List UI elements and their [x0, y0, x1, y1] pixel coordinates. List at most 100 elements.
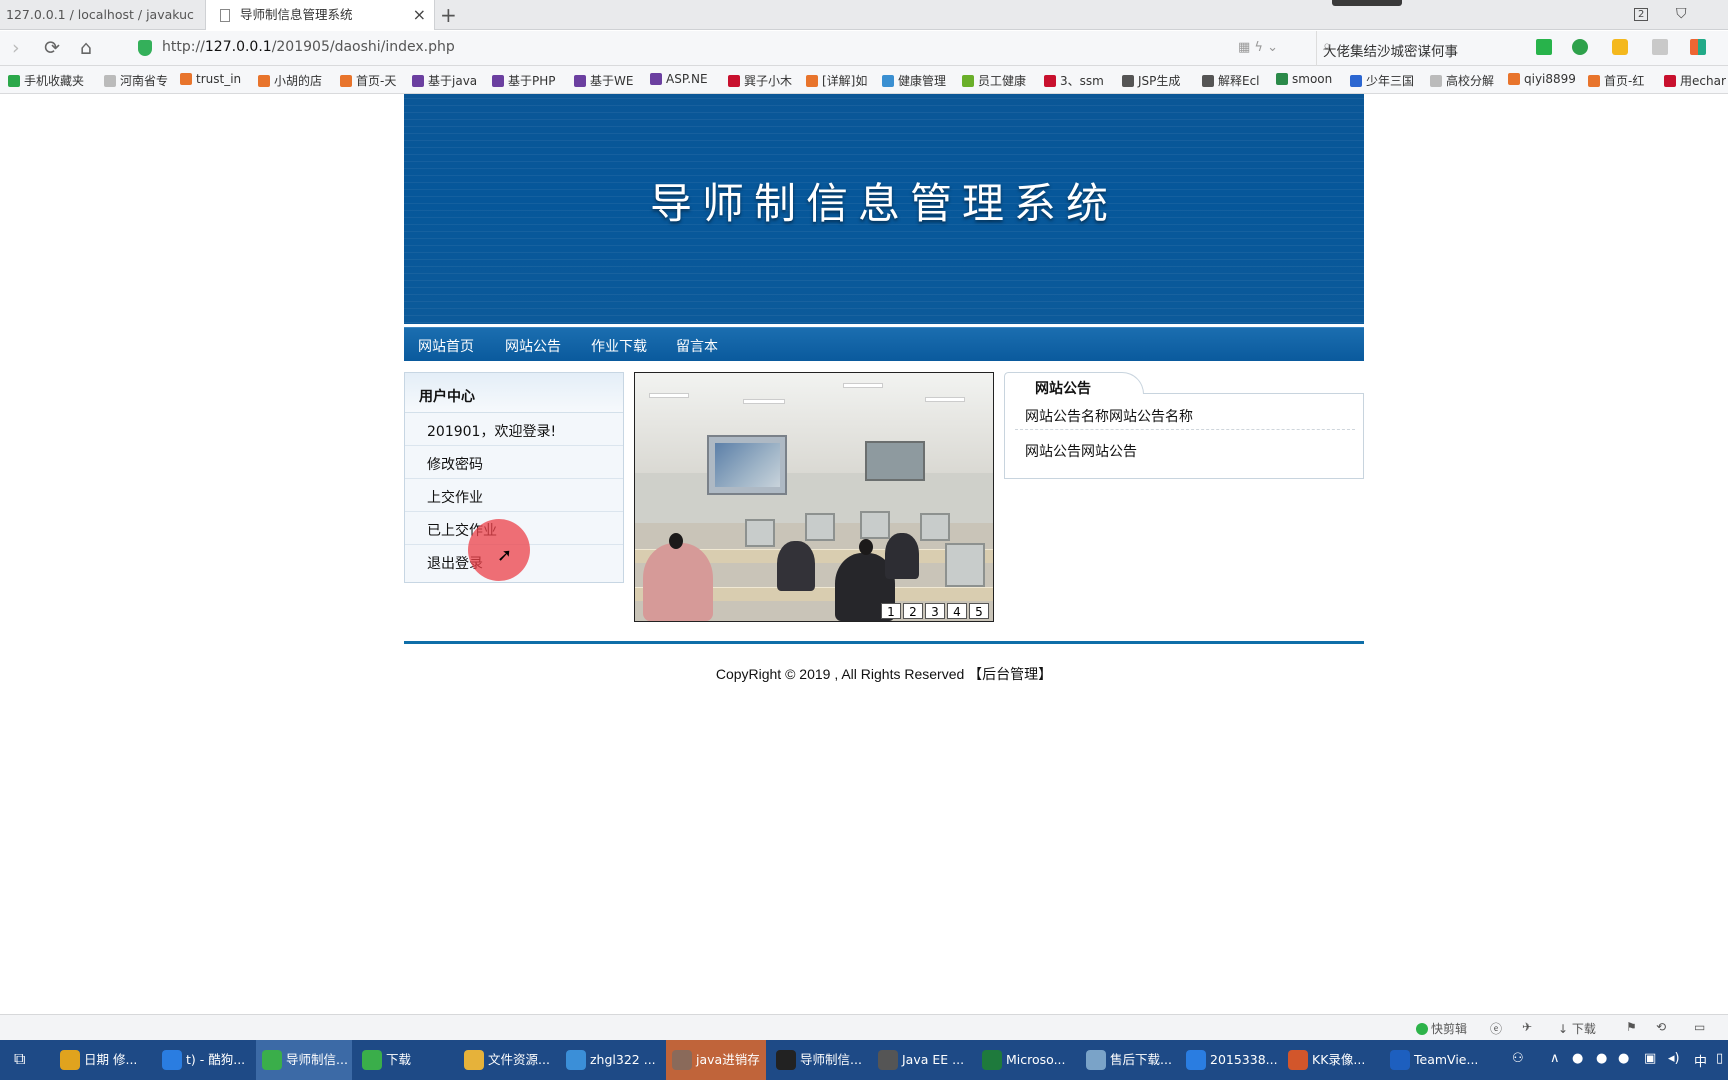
pin-icon[interactable]: ✈	[1522, 1020, 1532, 1034]
nav-notices[interactable]: 网站公告	[505, 336, 561, 356]
search-box[interactable]: 大佬集结沙城密谋何事 ⌕	[1316, 31, 1502, 66]
apps-extension-icon[interactable]	[1690, 39, 1706, 55]
notice-tab: 网站公告	[1004, 372, 1144, 397]
bookmark-item[interactable]: 河南省专	[104, 72, 168, 89]
bookmark-item[interactable]: 手机收藏夹	[8, 72, 84, 89]
bookmark-item[interactable]: qiyi8899	[1508, 72, 1576, 86]
slide-ceiling	[635, 373, 993, 473]
clip-icon[interactable]: 快剪辑	[1416, 1020, 1467, 1037]
bookmark-item[interactable]: 基于WE	[574, 72, 633, 89]
taskbar-app[interactable]: java进销存	[666, 1040, 766, 1080]
forward-icon[interactable]: ›	[12, 37, 20, 59]
volume-icon[interactable]: ◂)	[1668, 1051, 1680, 1066]
bookmark-item[interactable]: 巽子小木	[728, 72, 792, 89]
shirt-icon[interactable]: ⛉	[1676, 6, 1687, 22]
clip-label: 快剪辑	[1431, 1022, 1468, 1036]
task-view-icon[interactable]: ⧉	[14, 1049, 25, 1069]
people-icon[interactable]: ⚇	[1512, 1051, 1524, 1066]
refresh-icon[interactable]: ⟲	[1656, 1020, 1666, 1034]
bookmark-item[interactable]: 基于PHP	[492, 72, 556, 89]
address-bar[interactable]: http://127.0.0.1/201905/daoshi/index.php	[162, 39, 455, 55]
tray-arrow-icon[interactable]: ∧	[1550, 1051, 1560, 1066]
reload-icon[interactable]: ⟳	[44, 37, 60, 59]
new-tab-button[interactable]: +	[440, 0, 457, 30]
notice-item[interactable]: 网站公告名称网站公告名称	[1015, 396, 1355, 430]
bookmark-item[interactable]: 解释Ecl	[1202, 72, 1260, 89]
image-slider[interactable]: 1 2 3 4 5	[634, 372, 994, 622]
taskbar-app[interactable]: 导师制信...	[256, 1040, 352, 1080]
taskbar-app[interactable]: zhgl322 ...	[560, 1040, 660, 1080]
taskbar-app-label: zhgl322 ...	[590, 1052, 656, 1067]
notice-item[interactable]: 网站公告网站公告	[1015, 431, 1355, 465]
student-figure	[777, 541, 815, 591]
window-count-badge[interactable]: 2	[1634, 8, 1649, 21]
admin-link[interactable]: 【后台管理】	[968, 666, 1052, 682]
student-figure	[885, 533, 919, 579]
bookmark-item[interactable]: 首页-天	[340, 72, 396, 89]
taskbar-app-label: Microso...	[1006, 1052, 1066, 1067]
slide-page-4[interactable]: 4	[947, 603, 967, 619]
bookmark-item[interactable]: 员工健康	[962, 72, 1026, 89]
bookmark-item[interactable]: 用echar	[1664, 72, 1726, 89]
qq-tray-icon[interactable]: ●	[1618, 1051, 1629, 1066]
network-icon[interactable]: ▣	[1644, 1051, 1656, 1066]
home-icon[interactable]: ⌂	[80, 37, 92, 59]
bookmark-item[interactable]: [详解]如	[806, 72, 867, 89]
browser-tab-phpmyadmin[interactable]: 127.0.0.1 / localhost / javakuc	[0, 0, 205, 30]
download-status[interactable]: ↓ 下载	[1558, 1020, 1596, 1037]
taskbar-app[interactable]: 2015338...	[1180, 1040, 1278, 1080]
taskbar-app[interactable]: t) - 酷狗...	[156, 1040, 252, 1080]
bookmark-label: 解释Ecl	[1218, 74, 1260, 88]
taskbar-app-label: 文件资源...	[488, 1052, 550, 1067]
shield-extension-icon[interactable]	[1612, 39, 1628, 55]
taskbar-app[interactable]: 文件资源...	[458, 1040, 556, 1080]
qr-icon[interactable]: ▦ ϟ ⌄	[1238, 40, 1278, 55]
bookmark-item[interactable]: 高校分解	[1430, 72, 1494, 89]
search-icon[interactable]: ⌕	[1323, 38, 1492, 54]
taskbar-app[interactable]: KK录像...	[1282, 1040, 1380, 1080]
bookmark-item[interactable]: smoon	[1276, 72, 1332, 86]
close-tab-icon[interactable]: ×	[413, 0, 426, 30]
translate-extension-icon[interactable]	[1572, 39, 1588, 55]
nav-homework-download[interactable]: 作业下载	[591, 336, 647, 356]
qq-tray-icon[interactable]: ●	[1596, 1051, 1607, 1066]
bookmark-item[interactable]: 3、ssm	[1044, 72, 1104, 89]
bookmark-item[interactable]: 小胡的店	[258, 72, 322, 89]
notification-icon[interactable]: ▯	[1716, 1051, 1723, 1066]
bookmark-item[interactable]: 首页-红	[1588, 72, 1644, 89]
slide-page-3[interactable]: 3	[925, 603, 945, 619]
slide-page-2[interactable]: 2	[903, 603, 923, 619]
taskbar-app[interactable]: Java EE ...	[872, 1040, 972, 1080]
browser-tab-active[interactable]: 导师制信息管理系统 ×	[205, 0, 435, 30]
slide-page-5[interactable]: 5	[969, 603, 989, 619]
taskbar-app[interactable]: 下载	[356, 1040, 454, 1080]
input-language[interactable]: 中	[1694, 1051, 1707, 1070]
bookmark-item[interactable]: 基于java	[412, 72, 477, 89]
taskbar-app[interactable]: TeamVie...	[1384, 1040, 1484, 1080]
qq-tray-icon[interactable]: ●	[1572, 1051, 1583, 1066]
ceiling-light	[743, 399, 785, 404]
slide-page-1[interactable]: 1	[881, 603, 901, 619]
nav-home[interactable]: 网站首页	[418, 336, 474, 356]
bookmark-favicon-icon	[412, 75, 424, 87]
submit-homework-link[interactable]: 上交作业	[405, 479, 623, 512]
footer-divider	[404, 641, 1364, 644]
taskbar-app[interactable]: 导师制信...	[770, 1040, 868, 1080]
bookmark-item[interactable]: JSP生成	[1122, 72, 1180, 89]
security-shield-icon[interactable]	[138, 40, 152, 56]
banner-stripe	[404, 238, 1364, 239]
emoji-extension-icon[interactable]	[1652, 39, 1668, 55]
window-icon[interactable]: ▭	[1694, 1020, 1705, 1034]
nav-guestbook[interactable]: 留言本	[676, 336, 718, 356]
ie-icon[interactable]: ⓔ	[1490, 1020, 1502, 1037]
flag-icon[interactable]: ⚑	[1626, 1020, 1637, 1034]
taskbar-app[interactable]: 日期 修...	[54, 1040, 152, 1080]
bookmark-item[interactable]: ASP.NE	[650, 72, 708, 86]
change-password-link[interactable]: 修改密码	[405, 446, 623, 479]
taskbar-app[interactable]: 售后下载...	[1080, 1040, 1176, 1080]
bookmark-item[interactable]: 健康管理	[882, 72, 946, 89]
scissors-extension-icon[interactable]	[1536, 39, 1552, 55]
bookmark-item[interactable]: trust_in	[180, 72, 241, 86]
taskbar-app[interactable]: Microso...	[976, 1040, 1076, 1080]
bookmark-item[interactable]: 少年三国	[1350, 72, 1414, 89]
